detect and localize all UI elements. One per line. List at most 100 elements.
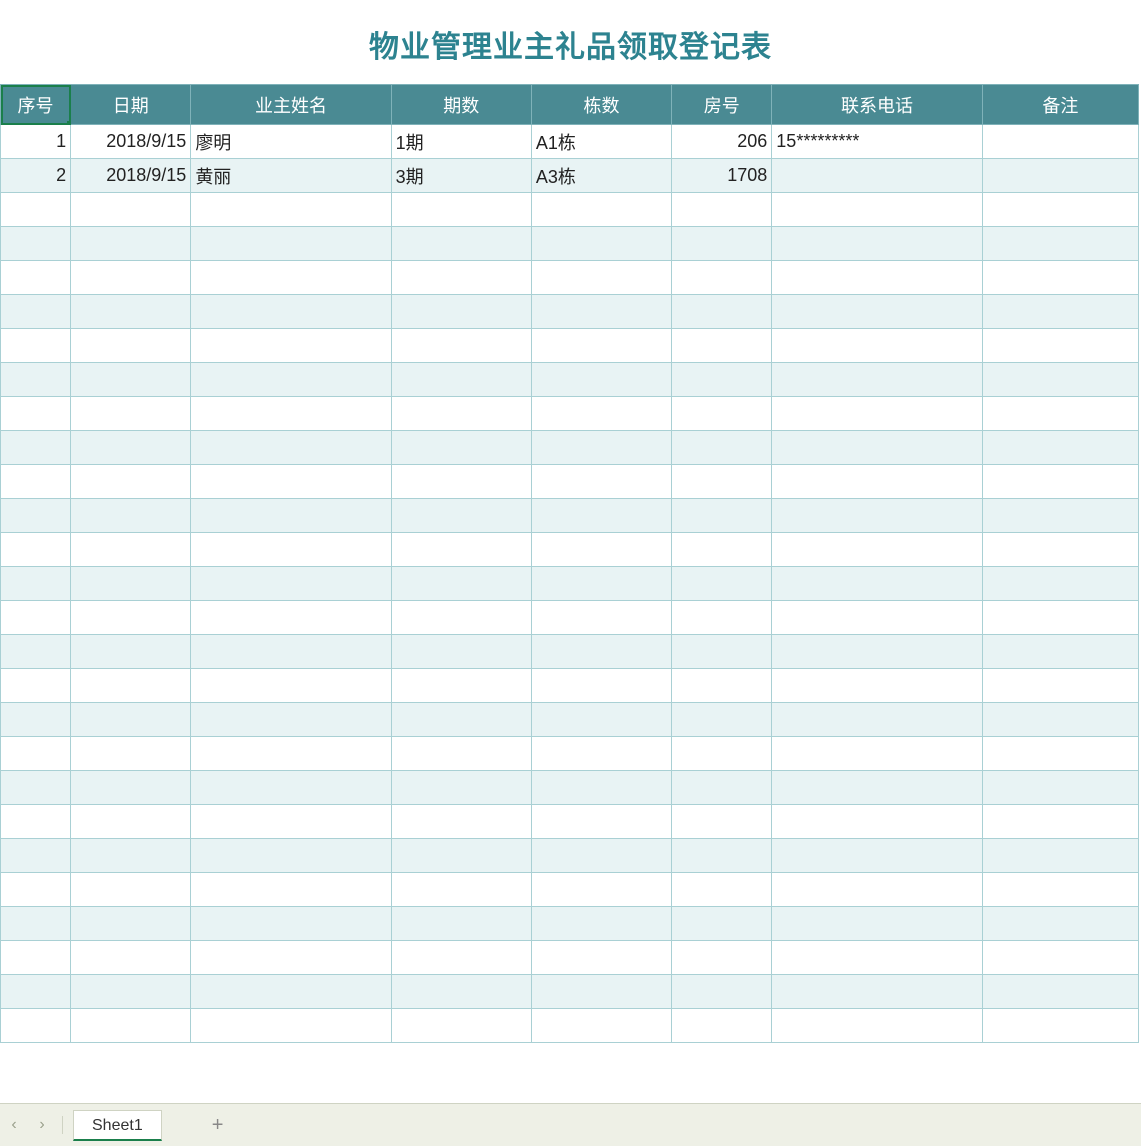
cell-room[interactable]	[672, 941, 772, 975]
cell-phone[interactable]	[772, 499, 982, 533]
cell-remark[interactable]	[982, 941, 1138, 975]
cell-seq[interactable]: 1	[1, 125, 71, 159]
cell-name[interactable]	[191, 703, 391, 737]
cell-seq[interactable]	[1, 397, 71, 431]
cell-bldg[interactable]	[531, 771, 671, 805]
cell-bldg[interactable]	[531, 873, 671, 907]
cell-name[interactable]	[191, 397, 391, 431]
cell-remark[interactable]	[982, 771, 1138, 805]
cell-room[interactable]: 1708	[672, 159, 772, 193]
cell-remark[interactable]	[982, 227, 1138, 261]
cell-phase[interactable]	[391, 839, 531, 873]
cell-phase[interactable]	[391, 601, 531, 635]
cell-room[interactable]	[672, 703, 772, 737]
cell-name[interactable]	[191, 805, 391, 839]
cell-seq[interactable]	[1, 975, 71, 1009]
cell-bldg[interactable]	[531, 635, 671, 669]
cell-date[interactable]	[71, 1009, 191, 1043]
cell-room[interactable]	[672, 363, 772, 397]
cell-phone[interactable]	[772, 193, 982, 227]
cell-name[interactable]	[191, 431, 391, 465]
cell-room[interactable]	[672, 771, 772, 805]
cell-phase[interactable]	[391, 703, 531, 737]
header-date[interactable]: 日期	[71, 85, 191, 125]
cell-name[interactable]	[191, 295, 391, 329]
cell-date[interactable]	[71, 703, 191, 737]
cell-bldg[interactable]	[531, 601, 671, 635]
cell-phone[interactable]	[772, 1009, 982, 1043]
cell-bldg[interactable]	[531, 839, 671, 873]
cell-room[interactable]	[672, 227, 772, 261]
cell-remark[interactable]	[982, 499, 1138, 533]
cell-phone[interactable]	[772, 295, 982, 329]
cell-name[interactable]	[191, 329, 391, 363]
cell-name[interactable]	[191, 227, 391, 261]
cell-remark[interactable]	[982, 635, 1138, 669]
cell-name[interactable]	[191, 737, 391, 771]
cell-remark[interactable]	[982, 363, 1138, 397]
cell-phase[interactable]	[391, 1009, 531, 1043]
cell-bldg[interactable]	[531, 431, 671, 465]
cell-name[interactable]	[191, 567, 391, 601]
cell-bldg[interactable]	[531, 907, 671, 941]
header-bldg[interactable]: 栋数	[531, 85, 671, 125]
header-room[interactable]: 房号	[672, 85, 772, 125]
cell-room[interactable]	[672, 567, 772, 601]
cell-phone[interactable]	[772, 737, 982, 771]
cell-name[interactable]: 廖明	[191, 125, 391, 159]
cell-name[interactable]	[191, 771, 391, 805]
cell-remark[interactable]	[982, 261, 1138, 295]
cell-room[interactable]	[672, 431, 772, 465]
cell-phone[interactable]	[772, 941, 982, 975]
cell-name[interactable]	[191, 193, 391, 227]
cell-name[interactable]	[191, 363, 391, 397]
cell-date[interactable]	[71, 465, 191, 499]
cell-seq[interactable]	[1, 363, 71, 397]
cell-bldg[interactable]	[531, 295, 671, 329]
cell-phone[interactable]	[772, 805, 982, 839]
cell-remark[interactable]	[982, 907, 1138, 941]
cell-remark[interactable]	[982, 295, 1138, 329]
cell-bldg[interactable]	[531, 737, 671, 771]
cell-seq[interactable]	[1, 431, 71, 465]
cell-phone[interactable]	[772, 669, 982, 703]
cell-name[interactable]	[191, 941, 391, 975]
cell-phase[interactable]	[391, 771, 531, 805]
cell-seq[interactable]	[1, 873, 71, 907]
cell-room[interactable]	[672, 907, 772, 941]
cell-phone[interactable]	[772, 873, 982, 907]
cell-phone[interactable]	[772, 839, 982, 873]
cell-name[interactable]	[191, 669, 391, 703]
cell-phone[interactable]	[772, 907, 982, 941]
cell-remark[interactable]	[982, 703, 1138, 737]
cell-room[interactable]	[672, 1009, 772, 1043]
cell-phase[interactable]	[391, 873, 531, 907]
cell-date[interactable]	[71, 295, 191, 329]
cell-date[interactable]	[71, 397, 191, 431]
cell-seq[interactable]	[1, 227, 71, 261]
cell-name[interactable]: 黄丽	[191, 159, 391, 193]
cell-remark[interactable]	[982, 805, 1138, 839]
cell-seq[interactable]	[1, 465, 71, 499]
cell-room[interactable]: 206	[672, 125, 772, 159]
cell-room[interactable]	[672, 533, 772, 567]
cell-remark[interactable]	[982, 669, 1138, 703]
cell-bldg[interactable]	[531, 669, 671, 703]
cell-phone[interactable]	[772, 465, 982, 499]
cell-remark[interactable]	[982, 465, 1138, 499]
tab-nav-next[interactable]: ›	[28, 1116, 56, 1134]
cell-seq[interactable]	[1, 567, 71, 601]
cell-name[interactable]	[191, 601, 391, 635]
cell-phase[interactable]	[391, 397, 531, 431]
cell-phone[interactable]	[772, 771, 982, 805]
cell-seq[interactable]	[1, 295, 71, 329]
cell-seq[interactable]	[1, 669, 71, 703]
tab-nav-prev[interactable]: ‹	[0, 1116, 28, 1134]
cell-phase[interactable]	[391, 261, 531, 295]
cell-phase[interactable]	[391, 567, 531, 601]
header-phase[interactable]: 期数	[391, 85, 531, 125]
cell-date[interactable]: 2018/9/15	[71, 125, 191, 159]
cell-date[interactable]	[71, 737, 191, 771]
header-seq[interactable]: 序号	[1, 85, 71, 125]
cell-bldg[interactable]	[531, 567, 671, 601]
